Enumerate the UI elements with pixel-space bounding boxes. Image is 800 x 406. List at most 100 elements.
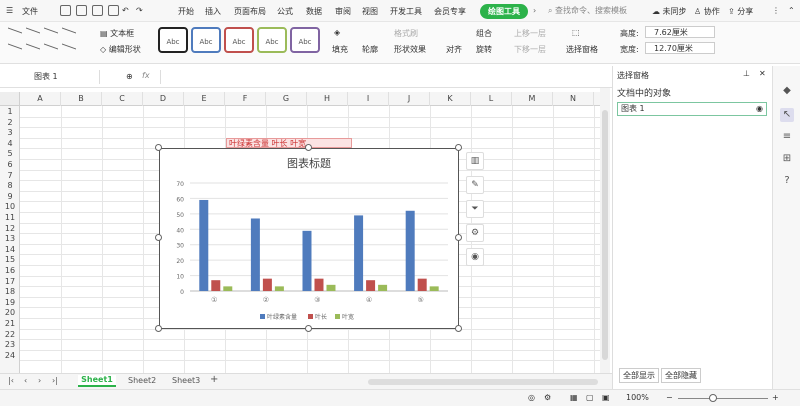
prev-sheet-icon[interactable]: ‹	[24, 376, 27, 385]
next-sheet-icon[interactable]: ›	[38, 376, 41, 385]
row-header-4[interactable]: 4	[0, 138, 20, 149]
row-header-23[interactable]: 23	[0, 339, 20, 350]
select-all-corner[interactable]	[0, 92, 20, 106]
width-input[interactable]: 12.70厘米	[645, 42, 715, 54]
page-break-icon[interactable]: ▣	[602, 393, 610, 402]
edit-shape-button[interactable]: ◇ 编辑形状	[100, 44, 141, 55]
sync-status[interactable]: ☁ 未同步	[652, 6, 687, 17]
share-button[interactable]: ⇪ 分享	[728, 6, 753, 17]
row-header-10[interactable]: 10	[0, 201, 20, 212]
horizontal-scrollbar[interactable]	[368, 379, 598, 385]
column-header-A[interactable]: A	[20, 92, 61, 106]
curve-shape-icon[interactable]	[62, 43, 76, 59]
zoom-slider[interactable]	[678, 398, 768, 399]
row-header-5[interactable]: 5	[0, 148, 20, 159]
row-header-16[interactable]: 16	[0, 265, 20, 276]
visibility-eye-icon[interactable]: ◉	[756, 103, 763, 115]
row-header-21[interactable]: 21	[0, 318, 20, 329]
chart-settings-icon[interactable]: ⚙	[466, 224, 484, 242]
row-header-6[interactable]: 6	[0, 159, 20, 170]
help-icon[interactable]: ?	[780, 174, 794, 188]
column-header-I[interactable]: I	[348, 92, 389, 106]
align-button[interactable]: 对齐	[446, 44, 462, 55]
arrow-shape-icon[interactable]	[26, 27, 40, 43]
column-header-K[interactable]: K	[430, 92, 471, 106]
tab-drawing-tools[interactable]: 绘图工具	[480, 4, 528, 19]
first-sheet-icon[interactable]: |‹	[8, 376, 14, 385]
search-input[interactable]: ⌕ 查找命令、搜索模板	[548, 4, 638, 18]
line-shape-icon[interactable]	[8, 43, 22, 59]
normal-view-icon[interactable]: ▦	[570, 393, 578, 402]
row-header-14[interactable]: 14	[0, 244, 20, 255]
row-header-17[interactable]: 17	[0, 276, 20, 287]
selection-pane-icon[interactable]: ⬚	[572, 28, 580, 37]
group-button[interactable]: 组合	[476, 28, 492, 39]
shape-style-blue[interactable]: Abc	[191, 27, 221, 53]
row-header-1[interactable]: 1	[0, 106, 20, 117]
cell-header-row[interactable]: 叶绿素含量 叶长 叶宽	[226, 138, 352, 148]
zoom-icon[interactable]: ⊕	[126, 72, 133, 81]
row-header-13[interactable]: 13	[0, 233, 20, 244]
tab-insert[interactable]: 插入	[205, 6, 221, 17]
chart-tip-icon[interactable]: ◉	[466, 248, 484, 266]
sheet-tab-3[interactable]: Sheet3	[172, 376, 200, 385]
row-header-11[interactable]: 11	[0, 212, 20, 223]
row-header-20[interactable]: 20	[0, 307, 20, 318]
line-shape-icon[interactable]	[8, 27, 22, 43]
tab-review[interactable]: 审阅	[335, 6, 351, 17]
page-view-icon[interactable]: ▢	[586, 393, 594, 402]
scroll-thumb[interactable]	[602, 110, 608, 360]
chart-style-icon[interactable]: ✎	[466, 176, 484, 194]
chart-elements-icon[interactable]: ▥	[466, 152, 484, 170]
row-header-19[interactable]: 19	[0, 297, 20, 308]
row-header-15[interactable]: 15	[0, 254, 20, 265]
last-sheet-icon[interactable]: ›|	[52, 376, 58, 385]
row-header-3[interactable]: 3	[0, 127, 20, 138]
more-icon[interactable]: ›	[533, 6, 536, 15]
collapse-icon[interactable]: ⌃	[788, 6, 795, 15]
shape-effect-button[interactable]: 形状效果	[394, 44, 426, 55]
eye-protect-icon[interactable]: ◎	[528, 393, 535, 402]
vertical-scrollbar[interactable]	[600, 88, 610, 373]
column-header-G[interactable]: G	[266, 92, 307, 106]
resize-handle[interactable]	[455, 234, 462, 241]
chart-filter-icon[interactable]: ⏷	[466, 200, 484, 218]
pin-icon[interactable]: ⊥	[743, 69, 750, 78]
resize-handle[interactable]	[155, 325, 162, 332]
resize-handle[interactable]	[155, 234, 162, 241]
textbox-button[interactable]: ▤ 文本框	[100, 28, 134, 39]
tab-page-layout[interactable]: 页面布局	[234, 6, 266, 17]
preview-icon[interactable]	[108, 5, 119, 16]
tab-view[interactable]: 视图	[362, 6, 378, 17]
row-header-12[interactable]: 12	[0, 223, 20, 234]
resize-handle[interactable]	[455, 144, 462, 151]
curve-shape-icon[interactable]	[62, 27, 76, 43]
close-icon[interactable]: ✕	[759, 69, 766, 78]
move-down-button[interactable]: 下移一层	[514, 44, 546, 55]
row-header-7[interactable]: 7	[0, 170, 20, 181]
settings-icon[interactable]: ⚙	[544, 393, 551, 402]
redo-icon[interactable]: ↷	[136, 6, 143, 15]
row-header-8[interactable]: 8	[0, 180, 20, 191]
column-header-H[interactable]: H	[307, 92, 348, 106]
export-icon[interactable]	[76, 5, 87, 16]
height-input[interactable]: 7.62厘米	[645, 26, 715, 38]
row-header-2[interactable]: 2	[0, 117, 20, 128]
properties-icon[interactable]: ≡	[780, 130, 794, 144]
crop-icon[interactable]: ⊞	[780, 152, 794, 166]
selection-pane-button[interactable]: 选择窗格	[566, 44, 598, 55]
hide-all-button[interactable]: 全部隐藏	[661, 368, 701, 383]
column-header-M[interactable]: M	[512, 92, 553, 106]
elbow-shape-icon[interactable]	[44, 43, 58, 59]
resize-handle[interactable]	[305, 325, 312, 332]
zoom-level[interactable]: 100%	[626, 393, 649, 402]
navigation-icon[interactable]: ◆	[780, 84, 794, 98]
formula-input[interactable]	[160, 70, 600, 84]
tab-member[interactable]: 会员专享	[434, 6, 466, 17]
row-header-24[interactable]: 24	[0, 350, 20, 361]
arrow-shape-icon[interactable]	[26, 43, 40, 59]
file-menu[interactable]: 文件	[22, 6, 38, 17]
add-sheet-icon[interactable]: +	[210, 374, 218, 385]
tab-developer[interactable]: 开发工具	[390, 6, 422, 17]
column-header-C[interactable]: C	[102, 92, 143, 106]
